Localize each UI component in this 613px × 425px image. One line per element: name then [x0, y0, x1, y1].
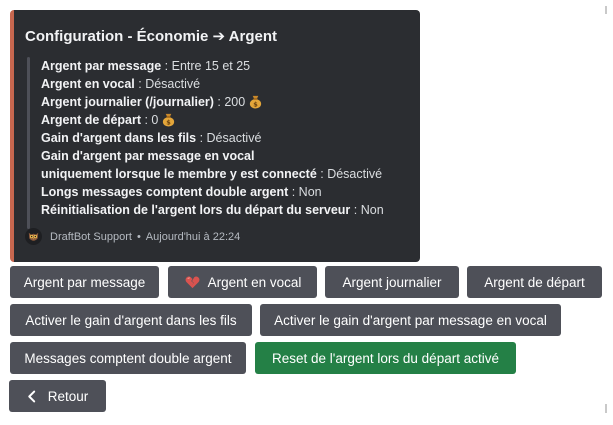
button-label: Reset de l'argent lors du départ activé — [272, 350, 499, 366]
window-edge-mark-top — [605, 6, 607, 14]
button-label: Activer le gain d'argent dans les fils — [25, 312, 237, 328]
field-argent-journalier: Argent journalier (/journalier) : 200 $ — [41, 93, 384, 111]
button-label: Argent de départ — [484, 274, 585, 290]
reset-depart-button[interactable]: Reset de l'argent lors du départ activé — [255, 342, 516, 374]
button-label: Argent par message — [23, 274, 146, 290]
button-label: Messages comptent double argent — [24, 350, 232, 366]
field-gain-fils: Gain d'argent dans les fils : Désactivé — [41, 131, 262, 145]
owl-avatar-icon — [25, 228, 42, 245]
svg-text:$: $ — [253, 101, 258, 109]
messages-double-argent-button[interactable]: Messages comptent double argent — [10, 342, 246, 374]
argent-par-message-button[interactable]: Argent par message — [10, 266, 159, 298]
embed-card: Configuration - Économie ➔ Argent Argent… — [10, 10, 420, 262]
argent-de-depart-button[interactable]: Argent de départ — [467, 266, 602, 298]
footer-author: DraftBot Support — [50, 230, 132, 243]
button-label: Argent journalier — [342, 274, 442, 290]
field-argent-de-depart: Argent de départ : 0 $ — [41, 111, 384, 129]
embed-fields: Argent par message : Entre 15 et 25 Arge… — [41, 57, 384, 219]
argent-journalier-button[interactable]: Argent journalier — [325, 266, 459, 298]
footer-timestamp: Aujourd'hui à 22:24 — [145, 230, 241, 243]
heart-broken-icon — [185, 276, 200, 289]
argent-en-vocal-button[interactable]: Argent en vocal — [168, 266, 317, 298]
activer-gain-fils-button[interactable]: Activer le gain d'argent dans les fils — [10, 304, 252, 336]
field-gain-vocal-line1: Gain d'argent par message en vocal — [41, 149, 255, 163]
field-longs-messages: Longs messages comptent double argent : … — [41, 185, 322, 199]
chevron-left-icon — [27, 390, 35, 402]
retour-button[interactable]: Retour — [9, 380, 106, 412]
button-label: Argent en vocal — [207, 274, 302, 290]
footer-separator: • — [136, 230, 141, 243]
field-gain-vocal-line2: uniquement lorsque le membre y est conne… — [41, 167, 383, 181]
quote-bar — [27, 57, 30, 229]
activer-gain-vocal-message-button[interactable]: Activer le gain d'argent par message en … — [260, 304, 561, 336]
money-bag-icon: $ — [163, 113, 175, 127]
embed-title: Configuration - Économie ➔ Argent — [25, 28, 278, 45]
field-reinitialisation: Réinitialisation de l'argent lors du dép… — [41, 203, 384, 217]
svg-text:$: $ — [167, 119, 172, 127]
button-label: Activer le gain d'argent par message en … — [274, 312, 547, 328]
window-edge-mark-bottom — [605, 404, 607, 413]
embed-footer: DraftBot Support • Aujourd'hui à 22:24 — [25, 228, 240, 245]
money-bag-icon: $ — [250, 95, 262, 109]
field-argent-en-vocal: Argent en vocal : Désactivé — [41, 77, 201, 91]
button-label: Retour — [47, 388, 89, 404]
field-argent-par-message: Argent par message : Entre 15 et 25 — [41, 59, 251, 73]
